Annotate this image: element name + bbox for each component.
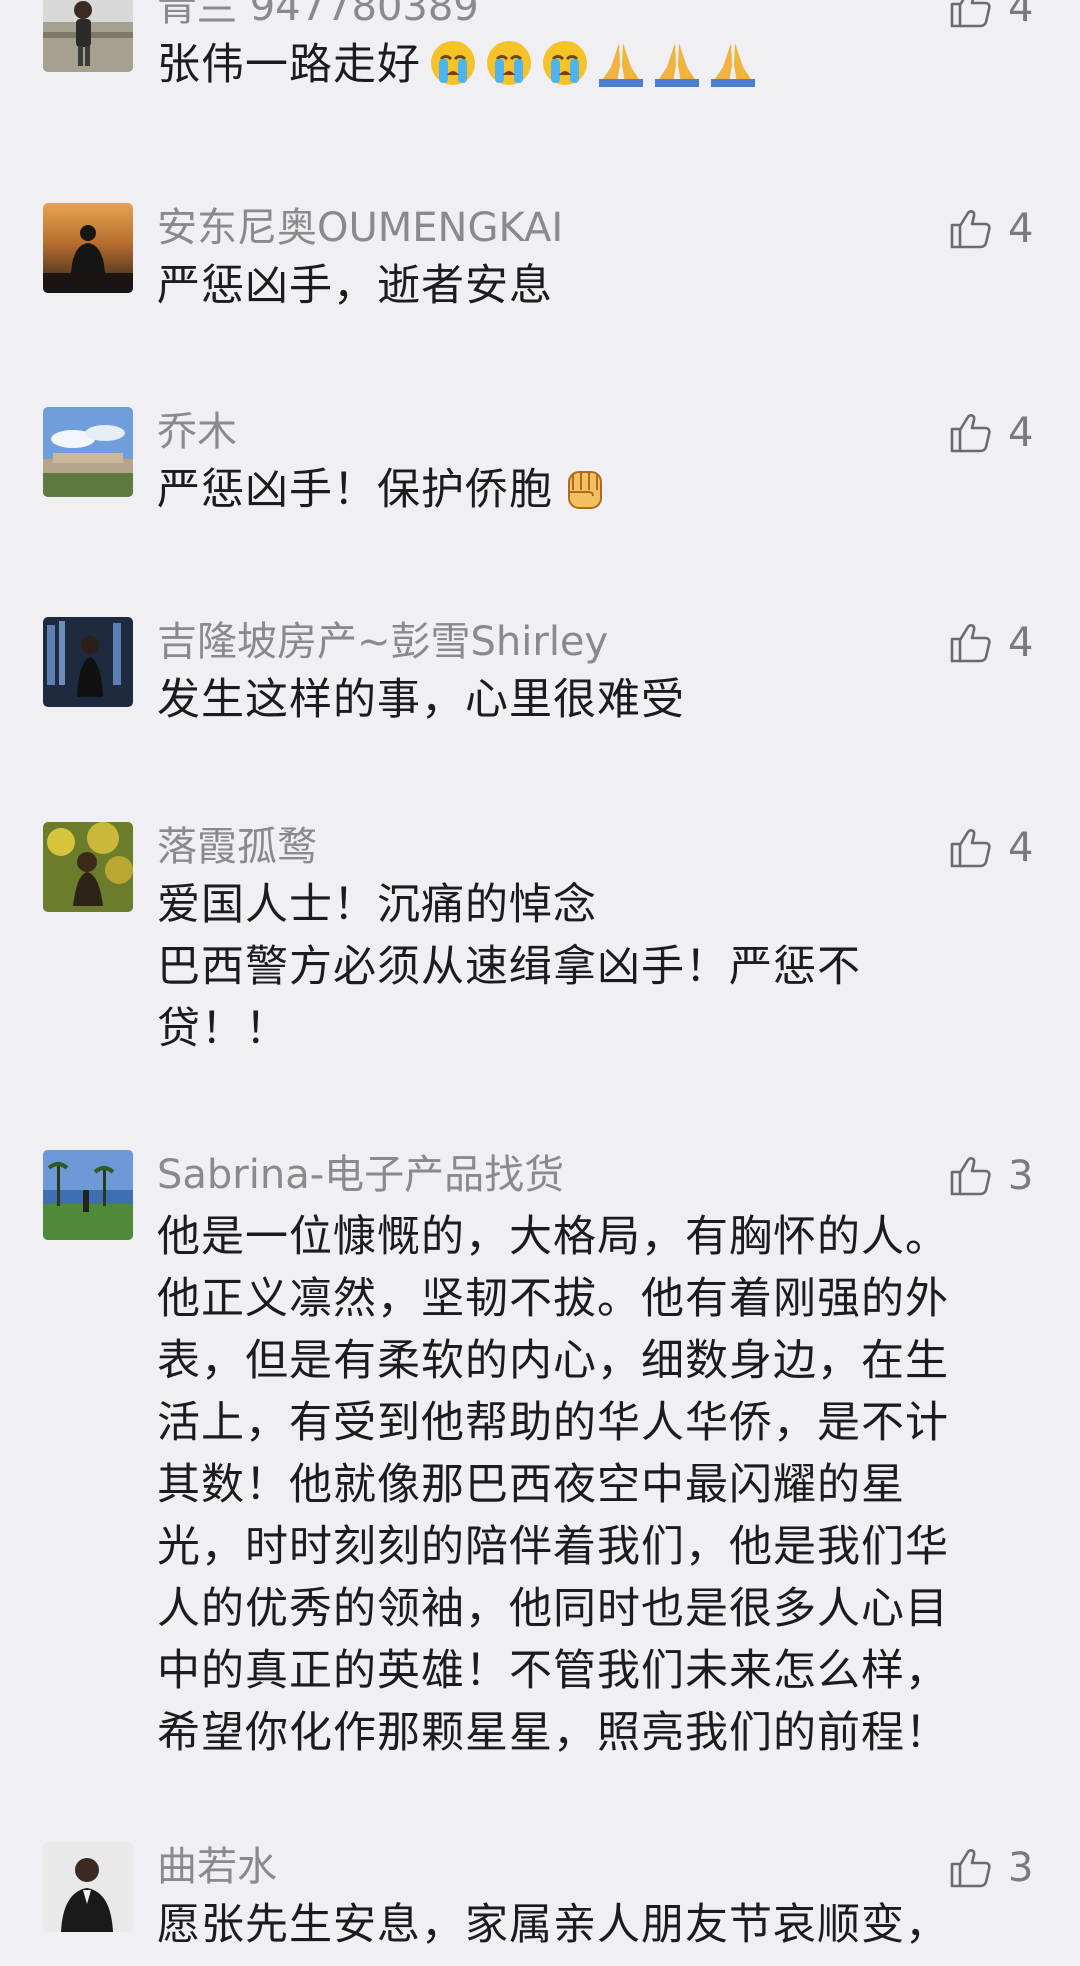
avatar[interactable] (43, 203, 133, 293)
comment-feed: 青兰 947780389 4 张伟一路走好 安东尼奥OUMENGKAI 4 严惩… (0, 0, 1080, 1966)
avatar-image (43, 1842, 133, 1932)
like-button[interactable]: 4 (946, 0, 1033, 32)
crying-face-icon (431, 41, 475, 85)
comment-text: 张伟一路走好 (157, 34, 1012, 96)
like-button[interactable]: 4 (946, 205, 1033, 253)
thumbs-up-icon (950, 0, 991, 28)
crying-face-icon (543, 41, 587, 85)
avatar[interactable] (43, 1842, 133, 1932)
commenter-name[interactable]: 安东尼奥OUMENGKAI (157, 203, 563, 253)
folded-hands-icon (655, 43, 699, 87)
thumbs-up-icon (950, 414, 991, 453)
comment-text-body: 严惩凶手！保护侨胞 (157, 465, 553, 515)
emoji-group (559, 462, 615, 514)
like-count: 3 (1008, 1153, 1034, 1199)
comment-text: 发生这样的事，心里很难受 (157, 675, 685, 725)
avatar[interactable] (43, 1150, 133, 1240)
avatar[interactable] (43, 407, 133, 497)
commenter-name[interactable]: Sabrina-电子产品找货 (157, 1150, 564, 1200)
like-button[interactable]: 3 (946, 1844, 1033, 1892)
like-button[interactable]: 4 (946, 409, 1033, 457)
commenter-name[interactable]: 曲若水 (157, 1842, 277, 1892)
thumbs-up-icon (950, 1157, 991, 1196)
emoji-group (427, 37, 763, 89)
avatar-image (43, 1150, 133, 1240)
avatar[interactable] (43, 822, 133, 912)
folded-hands-icon (711, 43, 755, 87)
comment-text: 爱国人士！沉痛的悼念 巴西警方必须从速缉拿凶手！严惩不 贷！！ (157, 880, 861, 1054)
like-button[interactable]: 4 (946, 824, 1033, 872)
comment-text: 严惩凶手！保护侨胞 (157, 459, 1012, 521)
like-count: 4 (1008, 0, 1034, 31)
avatar-image (43, 203, 133, 293)
commenter-name[interactable]: 落霞孤鹜 (157, 822, 317, 872)
like-count: 4 (1008, 825, 1034, 871)
thumbs-up-icon (950, 624, 991, 663)
commenter-name[interactable]: 吉隆坡房产~彭雪Shirley (157, 617, 608, 667)
like-button[interactable]: 3 (946, 1152, 1033, 1200)
avatar-image (43, 407, 133, 497)
crying-face-icon (487, 41, 531, 85)
like-count: 4 (1008, 410, 1034, 456)
comment-text-body: 张伟一路走好 (157, 40, 421, 90)
comment-text: 愿张先生安息，家属亲人朋友节哀顺变， (157, 1900, 949, 1950)
comment-text: 严惩凶手，逝者安息 (157, 261, 553, 311)
avatar[interactable] (43, 0, 133, 72)
folded-hands-icon (599, 43, 643, 87)
commenter-name[interactable]: 青兰 947780389 (157, 0, 479, 32)
like-count: 3 (1008, 1845, 1034, 1891)
avatar-image (43, 617, 133, 707)
thumbs-up-icon (950, 1849, 991, 1888)
commenter-name[interactable]: 乔木 (157, 407, 237, 457)
avatar-image (43, 822, 133, 912)
like-count: 4 (1008, 206, 1034, 252)
comment-text: 他是一位慷慨的，大格局，有胸怀的人。 他正义凛然，坚韧不拔。他有着刚强的外 表，… (157, 1212, 949, 1758)
like-button[interactable]: 4 (946, 619, 1033, 667)
thumbs-up-icon (950, 210, 991, 249)
avatar[interactable] (43, 617, 133, 707)
raised-fist-icon (568, 471, 602, 509)
avatar-image (43, 0, 133, 72)
thumbs-up-icon (950, 829, 991, 868)
like-count: 4 (1008, 620, 1034, 666)
